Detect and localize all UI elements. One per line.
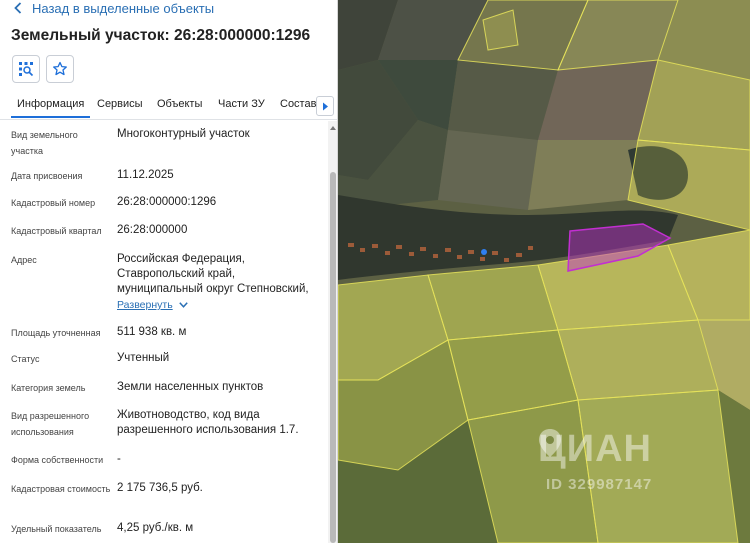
property-label: Адрес <box>11 255 37 265</box>
star-icon <box>53 61 67 76</box>
property-label: Кадастровый номер <box>11 198 96 208</box>
map-pin-icon <box>539 429 561 457</box>
property-label: Дата присвоения <box>11 171 83 181</box>
tab-composition[interactable]: Состав <box>280 98 316 110</box>
scrollbar-thumb[interactable] <box>330 172 336 543</box>
property-value: Многоконтурный участок <box>117 128 250 140</box>
watermark-id: ID 329987147 <box>546 476 653 493</box>
address-value: Российская Федерация, Ставропольский кра… <box>117 253 309 295</box>
property-value: 4,25 руб./кв. м <box>117 522 194 534</box>
map-view[interactable]: ЦИАН ID 329987147 <box>338 0 750 543</box>
tab-services[interactable]: Сервисы <box>97 98 143 110</box>
property-value: 2 175 736,5 руб. <box>117 482 203 494</box>
chevron-right-icon <box>322 102 328 110</box>
property-value: 11.12.2025 <box>117 169 174 181</box>
tab-information[interactable]: Информация <box>10 98 91 118</box>
locate-on-map-icon <box>19 62 34 77</box>
property-label: Вид разрешенного использования <box>11 411 90 437</box>
property-label: Вид земельного участка <box>11 130 78 156</box>
back-link-label: Назад в выделенные объекты <box>32 0 215 16</box>
page-title: Земельный участок: 26:28:000000:1296 <box>11 27 311 44</box>
property-value: - <box>117 453 121 465</box>
watermark: ЦИАН ID 329987147 <box>538 428 652 493</box>
property-label: Удельный показатель <box>11 524 102 534</box>
locate-on-map-button[interactable] <box>12 55 40 83</box>
property-label: Статус <box>11 354 40 364</box>
tab-objects[interactable]: Объекты <box>157 98 202 110</box>
property-label: Кадастровая стоимость <box>11 484 111 494</box>
chevron-down-icon <box>178 302 188 308</box>
property-value: 511 938 кв. м <box>117 326 187 338</box>
back-link[interactable]: Назад в выделенные объекты <box>14 0 214 16</box>
property-value: Животноводство, код вида разрешенного ис… <box>117 409 299 436</box>
expand-address-link[interactable]: Развернуть <box>117 299 188 311</box>
chevron-left-icon <box>14 2 22 14</box>
property-label: Кадастровый квартал <box>11 226 102 236</box>
tabs-scroll-right-button[interactable] <box>316 96 334 116</box>
favorite-button[interactable] <box>46 55 74 83</box>
scroll-up-icon[interactable] <box>329 124 337 132</box>
tab-bar: Информация Сервисы Объекты Части ЗУ Сост… <box>0 92 337 120</box>
property-label: Категория земель <box>11 383 86 393</box>
property-value: Земли населенных пунктов <box>117 381 264 393</box>
property-value: 26:28:000000 <box>117 224 188 236</box>
tab-parcel-parts[interactable]: Части ЗУ <box>218 98 265 110</box>
expand-label: Развернуть <box>117 299 173 311</box>
info-panel: Назад в выделенные объекты Земельный уча… <box>0 0 338 543</box>
property-value: 26:28:000000:1296 <box>117 196 217 208</box>
property-label: Форма собственности <box>11 455 104 465</box>
property-value: Учтенный <box>117 352 170 364</box>
property-label: Площадь уточненная <box>11 328 101 338</box>
